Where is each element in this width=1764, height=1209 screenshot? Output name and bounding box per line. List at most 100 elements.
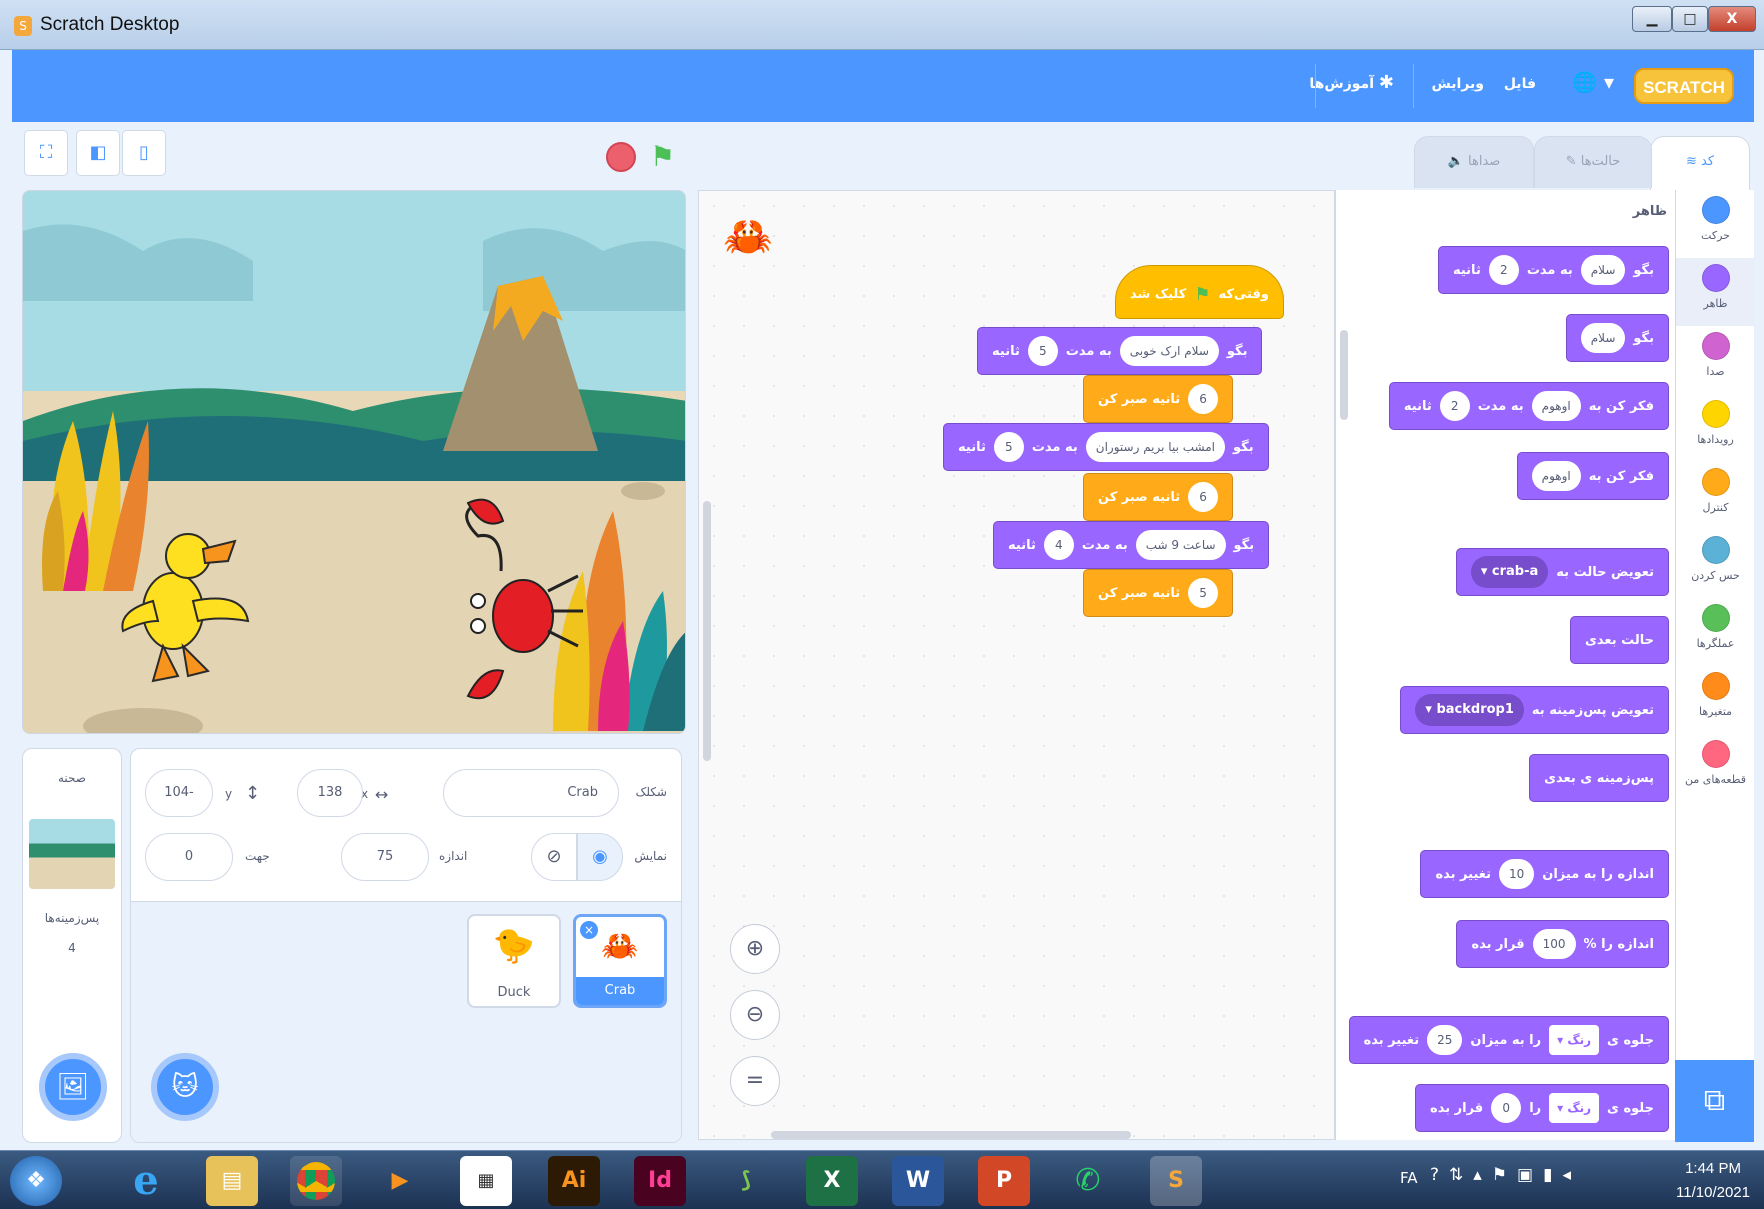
tray-icons[interactable]: ?⇅▴⚑▣▮◂ xyxy=(1430,1165,1581,1185)
effect-dropdown[interactable]: رنگ ▾ xyxy=(1549,1093,1600,1123)
stop-icon[interactable] xyxy=(606,142,636,172)
palette-change-effect[interactable]: جلوه ی رنگ ▾ را به میزان 25 تغییر بده xyxy=(1348,1016,1669,1064)
when-flag-clicked-block[interactable]: وقتی‌که ⚑ کلیک شد xyxy=(1115,265,1284,319)
language-indicator[interactable]: FA xyxy=(1400,1169,1418,1187)
menu-tutorials[interactable]: آموزش‌ها xyxy=(1309,76,1374,92)
internet-explorer-icon[interactable]: e xyxy=(120,1156,172,1206)
zoom-reset-icon[interactable]: = xyxy=(730,1056,780,1106)
hide-eye-icon[interactable]: ⊘ xyxy=(531,833,577,881)
x-input[interactable]: 138 xyxy=(297,769,363,817)
palette-change-size[interactable]: اندازه را به میزان 10 تغییر بده xyxy=(1420,850,1669,898)
vertical-scrollbar[interactable] xyxy=(703,501,711,761)
fullscreen-icon[interactable]: ⛶ xyxy=(24,130,68,176)
wait-input[interactable]: 6 xyxy=(1188,384,1219,414)
effect-dropdown[interactable]: رنگ ▾ xyxy=(1549,1025,1600,1055)
wait-input[interactable]: 6 xyxy=(1188,482,1219,512)
whatsapp-icon[interactable]: ✆ xyxy=(1062,1156,1114,1206)
choose-backdrop-button[interactable]: 🖼 xyxy=(39,1053,107,1121)
small-stage-icon[interactable]: ◧ xyxy=(76,130,120,176)
palette-think[interactable]: فکر کن به اوهوم xyxy=(1516,452,1669,500)
category-my-blocks[interactable]: قطعه‌های من xyxy=(1676,734,1755,802)
scratch-logo[interactable]: SCRATCH xyxy=(1634,68,1734,104)
category-sensing[interactable]: حس کردن xyxy=(1676,530,1755,598)
category-control[interactable]: کنترل xyxy=(1676,462,1755,530)
category-variables[interactable]: متغیرها xyxy=(1676,666,1755,734)
green-flag-icon[interactable]: ⚑ xyxy=(650,140,675,173)
category-looks[interactable]: ظاهر xyxy=(1676,258,1755,326)
sprite-thumb-crab[interactable]: × 🦀 Crab xyxy=(573,914,667,1008)
excel-icon[interactable]: X xyxy=(806,1156,858,1206)
notepad-icon[interactable]: ▦ xyxy=(460,1156,512,1206)
wait-input[interactable]: 5 xyxy=(1188,578,1219,608)
lightbulb-icon[interactable]: ✱ xyxy=(1379,72,1394,93)
code-workspace[interactable]: 🦀 وقتی‌که ⚑ کلیک شد بگو سلام ارک خوبی به… xyxy=(698,190,1335,1140)
palette-say[interactable]: بگو سلام xyxy=(1565,314,1669,362)
palette-set-effect[interactable]: جلوه ی رنگ ▾ را 0 قرار بده xyxy=(1415,1084,1669,1132)
secs-input[interactable]: 5 xyxy=(1027,336,1058,366)
stage-canvas[interactable] xyxy=(22,190,686,734)
powerpoint-icon[interactable]: P xyxy=(978,1156,1030,1206)
menu-file[interactable]: فایل xyxy=(1504,76,1536,92)
sprite-name-input[interactable]: Crab xyxy=(443,769,619,817)
category-events[interactable]: رویدادها xyxy=(1676,394,1755,462)
minimize-button[interactable]: ▁ xyxy=(1632,6,1672,32)
say-text-input[interactable]: ساعت 9 شب xyxy=(1135,530,1226,560)
wait-block[interactable]: 6 ثانیه صبر کن xyxy=(1083,473,1234,521)
direction-input[interactable]: 0 xyxy=(145,833,233,881)
menu-edit[interactable]: ویرایش xyxy=(1431,76,1484,92)
secs-input[interactable]: 5 xyxy=(993,432,1024,462)
y-input[interactable]: 104- xyxy=(145,769,213,817)
costume-dropdown[interactable]: crab-a ▾ xyxy=(1470,556,1549,588)
file-explorer-icon[interactable]: ▤ xyxy=(206,1156,258,1206)
language-globe-icon[interactable]: 🌐 ▾ xyxy=(1572,70,1614,94)
secs-input[interactable]: 4 xyxy=(1043,530,1074,560)
indesign-icon[interactable]: Id xyxy=(634,1156,686,1206)
say-for-secs-block[interactable]: بگو سلام ارک خوبی به مدت 5 ثانیه xyxy=(977,327,1263,375)
category-sound[interactable]: صدا xyxy=(1676,326,1755,394)
zoom-out-icon[interactable]: ⊖ xyxy=(730,990,780,1040)
scratch-app-icon: S xyxy=(14,16,32,36)
palette-next-backdrop[interactable]: پس‌زمینه ی بعدی xyxy=(1529,754,1669,802)
palette-switch-costume[interactable]: تعویض حالت به crab-a ▾ xyxy=(1455,548,1669,596)
close-button[interactable]: X xyxy=(1708,6,1756,32)
large-stage-icon[interactable]: ▯ xyxy=(122,130,166,176)
corel-icon[interactable]: ⟆ xyxy=(720,1156,772,1206)
palette-scrollbar[interactable] xyxy=(1340,330,1348,420)
say-for-secs-block[interactable]: بگو امشب بیا بریم رستوران به مدت 5 ثانیه xyxy=(943,423,1269,471)
choose-sprite-button[interactable]: 🐱 xyxy=(151,1053,219,1121)
tab-sounds[interactable]: 🔈 صداها xyxy=(1414,136,1534,188)
category-motion[interactable]: حرکت xyxy=(1676,190,1755,258)
chrome-icon[interactable] xyxy=(290,1156,342,1206)
category-operators[interactable]: عملگرها xyxy=(1676,598,1755,666)
say-for-secs-block[interactable]: بگو ساعت 9 شب به مدت 4 ثانیه xyxy=(993,521,1270,569)
palette-say-for-secs[interactable]: بگو سلام به مدت 2 ثانیه xyxy=(1437,246,1669,294)
size-input[interactable]: 75 xyxy=(341,833,429,881)
delete-sprite-icon[interactable]: × xyxy=(580,921,598,939)
wait-block[interactable]: 5 ثانیه صبر کن xyxy=(1083,569,1234,617)
scratch-taskbar-icon[interactable]: S xyxy=(1150,1156,1202,1206)
sprite-thumb-duck[interactable]: 🐤 Duck xyxy=(467,914,561,1008)
illustrator-icon[interactable]: Ai xyxy=(548,1156,600,1206)
palette-think-for-secs[interactable]: فکر کن به اوهوم به مدت 2 ثانیه xyxy=(1388,382,1669,430)
zoom-in-icon[interactable]: ⊕ xyxy=(730,924,780,974)
say-text-input[interactable]: سلام ارک خوبی xyxy=(1119,336,1219,366)
maximize-button[interactable]: □ xyxy=(1672,6,1708,32)
palette-switch-backdrop[interactable]: تعویض پس‌زمینه به backdrop1 ▾ xyxy=(1400,686,1669,734)
sprite-name: Duck xyxy=(497,985,531,1000)
media-player-icon[interactable]: ▶ xyxy=(374,1156,426,1206)
backdrop-thumbnail[interactable] xyxy=(29,819,115,889)
menu-separator xyxy=(1413,64,1414,108)
tab-costumes[interactable]: ✎ حالت‌ها xyxy=(1534,136,1652,188)
palette-next-costume[interactable]: حالت بعدی xyxy=(1569,616,1669,664)
palette-set-size[interactable]: اندازه را % 100 قرار بده xyxy=(1456,920,1669,968)
show-eye-icon[interactable]: ◉ xyxy=(577,833,623,881)
add-extension-button[interactable]: ⧉ xyxy=(1675,1060,1754,1142)
start-button-icon[interactable]: ❖ xyxy=(10,1156,62,1206)
taskbar-clock[interactable]: 1:44 PM 11/10/2021 xyxy=(1676,1157,1750,1205)
tab-code[interactable]: ≋ کد xyxy=(1650,136,1750,190)
wait-block[interactable]: 6 ثانیه صبر کن xyxy=(1083,375,1234,423)
say-text-input[interactable]: امشب بیا بریم رستوران xyxy=(1085,432,1225,462)
backdrop-dropdown[interactable]: backdrop1 ▾ xyxy=(1415,694,1524,726)
word-icon[interactable]: W xyxy=(892,1156,944,1206)
horizontal-scrollbar[interactable] xyxy=(771,1131,1131,1139)
